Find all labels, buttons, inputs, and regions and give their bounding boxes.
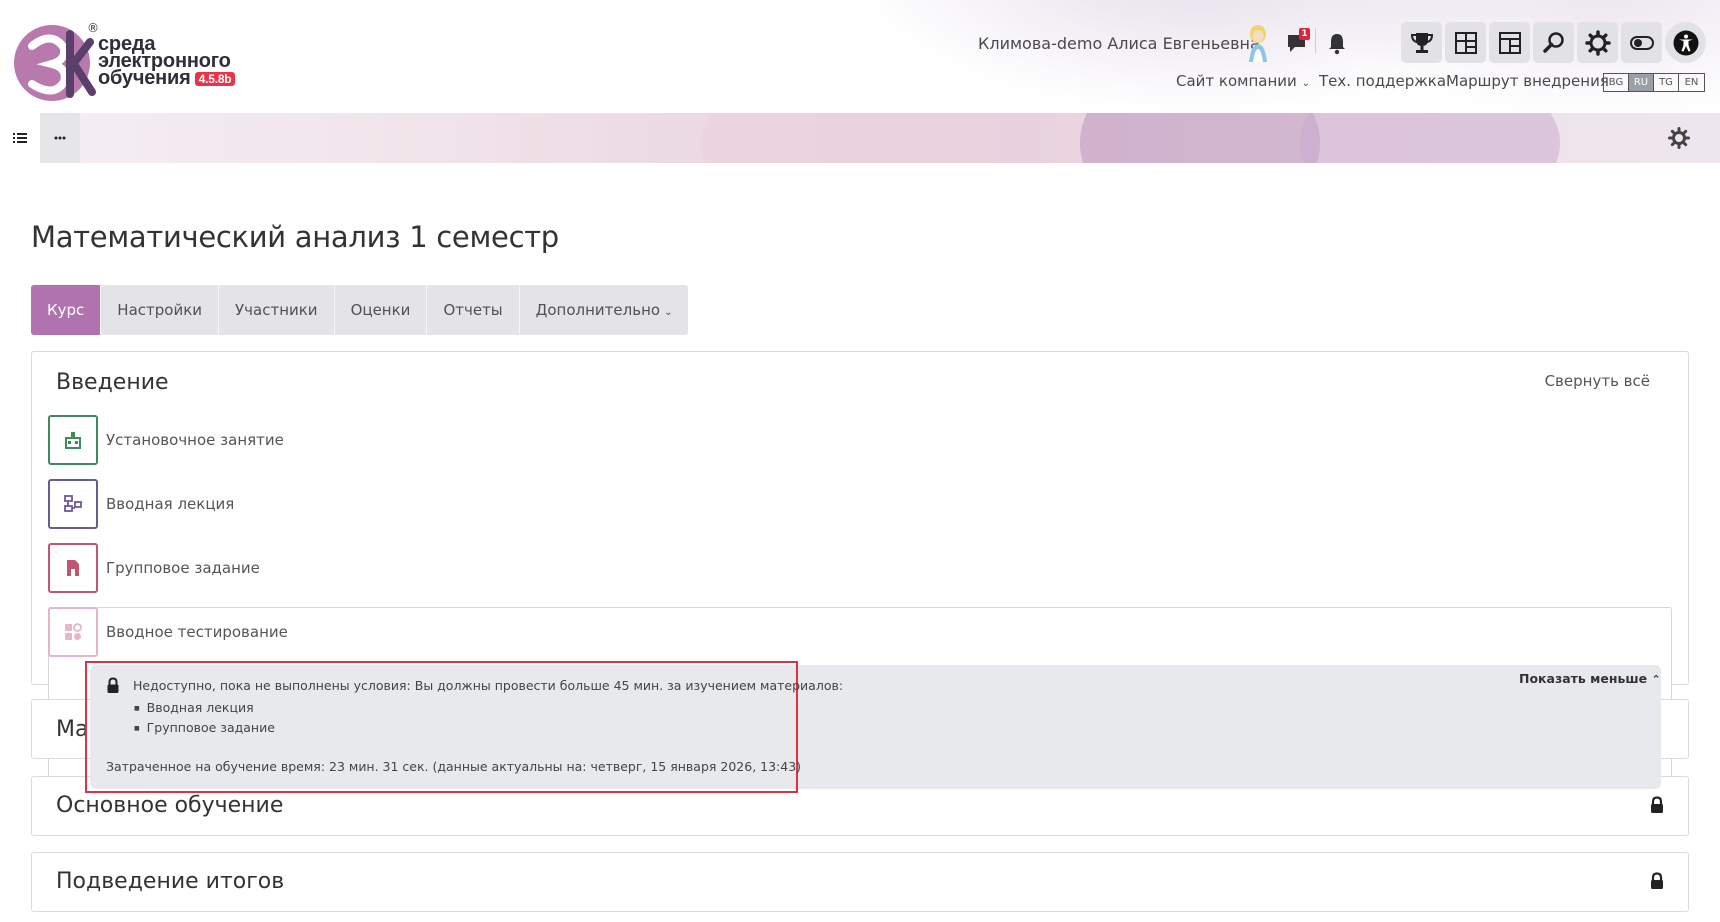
list-item[interactable]: Групповое задание [48,543,1668,593]
section-title[interactable]: Ма [56,717,88,742]
section-summary: Подведение итогов [31,852,1689,912]
search-button[interactable] [1533,22,1574,63]
chevron-down-icon: ⌄ [1301,78,1310,89]
dashboard-button[interactable] [1445,22,1486,63]
activity-icon [48,543,98,593]
time-spent-text: Затраченное на обучение время: 23 мин. 3… [106,759,802,774]
lang-bg[interactable]: BG [1604,74,1629,91]
search-icon [1542,31,1564,53]
tab-settings[interactable]: Настройки [101,285,220,335]
site-header: ® среда электронного обучения 4.5.8b Клим… [0,0,1720,113]
trophy-icon [1410,32,1433,53]
bell-icon[interactable] [1326,31,1348,55]
theme-toggle-button[interactable] [1621,22,1662,63]
gear-icon[interactable] [1668,127,1690,149]
section-title[interactable]: Введение [56,370,169,395]
list-item[interactable]: Вводная лекция [48,479,1668,529]
tab-more[interactable]: Дополнительно ⌄ [520,285,689,335]
divider [1315,28,1316,54]
tab-reports[interactable]: Отчеты [427,285,520,335]
activity-icon [48,415,98,465]
assignment-icon [67,560,79,576]
page-title: Математический анализ 1 семестр [31,220,559,254]
restriction-list: Вводная лекция Групповое задание [134,698,275,738]
list-icon [13,133,27,143]
course-tabs: Курс Настройки Участники Оценки Отчеты Д… [31,285,689,335]
activity-label[interactable]: Групповое задание [106,559,260,577]
messages-badge: 1 [1299,28,1310,40]
blocks-button[interactable] [1489,22,1530,63]
list-item[interactable]: Установочное занятие [48,415,1668,465]
logo-text: среда электронного обучения 4.5.8b [98,34,236,88]
more-button[interactable] [40,113,80,163]
avatar[interactable] [1243,22,1273,62]
activity-label[interactable]: Вводное тестирование [106,623,288,641]
quiz-icon [65,623,82,640]
meeting-icon [65,432,81,449]
activity-icon [48,479,98,529]
tab-grades[interactable]: Оценки [335,285,428,335]
company-site-link[interactable]: Сайт компании ⌄ [1176,72,1310,90]
collapse-all-link[interactable]: Свернуть всё [1545,372,1650,390]
gear-icon [1584,29,1611,56]
user-name[interactable]: Климова-demo Алиса Евгеньевна [978,34,1260,53]
lang-ru[interactable]: RU [1629,74,1654,91]
lang-en[interactable]: EN [1679,74,1704,91]
section-title[interactable]: Основное обучение [56,793,283,818]
achievements-button[interactable] [1401,22,1442,63]
lock-icon [107,677,119,693]
ellipsis-icon [54,136,66,140]
language-switcher: BG RU TG EN [1603,73,1705,92]
support-link[interactable]: Тех. поддержка [1319,72,1446,90]
lesson-icon [64,495,82,512]
tab-course[interactable]: Курс [31,285,102,335]
restriction-item: Групповое задание [134,718,275,738]
restriction-item: Вводная лекция [134,698,275,718]
chevron-down-icon: ⌄ [664,307,673,318]
tab-participants[interactable]: Участники [219,285,335,335]
activity-label[interactable]: Вводная лекция [106,495,234,513]
chevron-up-icon: ⌃ [1651,673,1661,686]
lock-icon [1651,872,1663,889]
restriction-message: Недоступно, пока не выполнены условия: В… [133,678,844,693]
lang-tg[interactable]: TG [1654,74,1679,91]
route-link[interactable]: Маршрут внедрения [1446,72,1609,90]
accessibility-button[interactable] [1665,22,1706,63]
blocks-icon [1498,31,1521,54]
activity-icon [48,607,98,657]
accessibility-icon [1673,30,1698,55]
theme-toggle-icon [1629,35,1654,50]
show-less-link[interactable]: Показать меньше ⌃ [1519,671,1661,686]
lock-icon [1651,796,1663,813]
version-badge: 4.5.8b [194,72,236,86]
activity-label[interactable]: Установочное занятие [106,431,284,449]
settings-button[interactable] [1577,22,1618,63]
course-index-button[interactable] [0,113,40,163]
section-title[interactable]: Подведение итогов [56,869,284,894]
dashboard-icon [1454,31,1477,54]
secondary-bar [0,113,1720,163]
list-item[interactable]: Вводное тестирование [48,607,948,657]
